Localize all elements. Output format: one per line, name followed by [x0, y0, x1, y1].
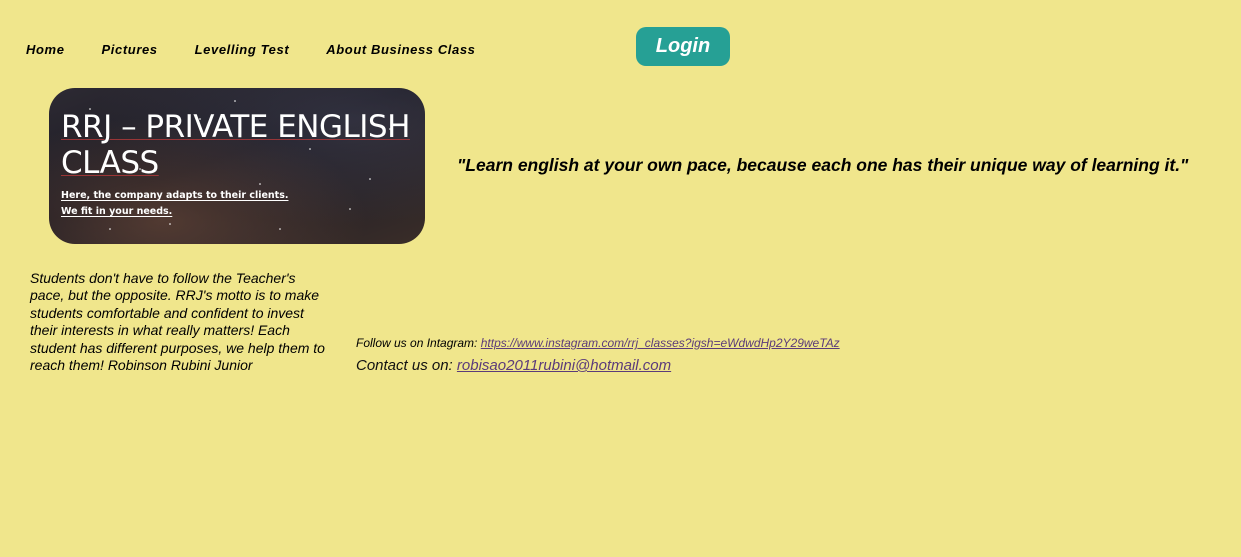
- banner-title: RRJ – PRIVATE ENGLISH CLASS: [61, 109, 421, 181]
- about-description: Students don't have to follow the Teache…: [30, 270, 325, 374]
- banner-subtitle-line-2: We fit in your needs.: [61, 206, 173, 217]
- nav-link-about-business-class[interactable]: About Business Class: [326, 42, 475, 57]
- instagram-follow: Follow us on Intagram: https://www.insta…: [356, 336, 840, 350]
- tagline-quote: "Learn english at your own pace, because…: [457, 155, 1189, 175]
- instagram-link[interactable]: https://www.instagram.com/rrj_classes?ig…: [481, 336, 840, 350]
- nav-link-levelling-test[interactable]: Levelling Test: [195, 42, 290, 57]
- banner-title-line-2: CLASS: [61, 145, 159, 181]
- contact-label: Contact us on:: [356, 357, 457, 374]
- hero-banner-image: RRJ – PRIVATE ENGLISH CLASS Here, the co…: [49, 88, 425, 244]
- follow-label: Follow us on Intagram:: [356, 336, 481, 350]
- banner-title-line-1: RRJ – PRIVATE ENGLISH: [61, 109, 410, 145]
- nav-link-home[interactable]: Home: [26, 42, 65, 57]
- contact-info: Contact us on: robisao2011rubini@hotmail…: [356, 357, 671, 374]
- main-nav: Home Pictures Levelling Test About Busin…: [26, 39, 476, 59]
- banner-subtitle: Here, the company adapts to their client…: [61, 188, 391, 220]
- login-button[interactable]: Login: [636, 27, 730, 66]
- nav-link-pictures[interactable]: Pictures: [102, 42, 158, 57]
- banner-subtitle-line-1: Here, the company adapts to their client…: [61, 190, 289, 201]
- email-link[interactable]: robisao2011rubini@hotmail.com: [457, 357, 671, 374]
